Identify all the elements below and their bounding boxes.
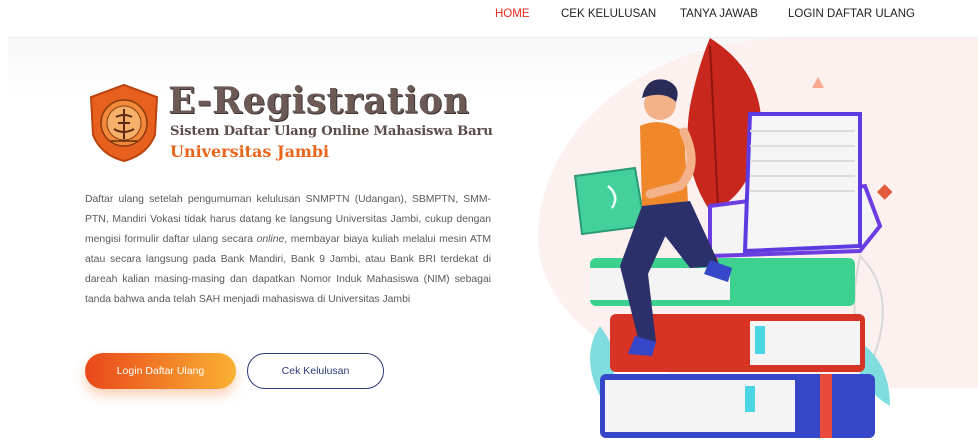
universitas-jambi-logo [89, 83, 159, 163]
brand-subtitle: Sistem Daftar Ulang Online Mahasiswa Bar… [170, 124, 493, 139]
tablet [573, 166, 647, 236]
login-daftar-ulang-button[interactable]: Login Daftar Ulang [85, 353, 236, 389]
nav-tanya-jawab-link[interactable]: TANYA JAWAB [680, 8, 758, 20]
cek-kelulusan-button[interactable]: Cek Kelulusan [247, 353, 384, 389]
triangle-decoration [812, 77, 824, 88]
brand-university: Universitas Jambi [170, 142, 330, 161]
hero-illustration [573, 38, 893, 438]
diamond-decoration [876, 184, 893, 200]
hero-description: Daftar ulang setelah pengumuman kelulusa… [85, 190, 491, 310]
brand-title: E-Registration [168, 80, 470, 122]
nav-login-daftar-ulang-link[interactable]: LOGIN DAFTAR ULANG [788, 8, 915, 20]
nav-cek-kelulusan-link[interactable]: CEK KELULUSAN [561, 8, 656, 20]
nav-home-link[interactable]: HOME [495, 8, 530, 20]
top-navigation: HOME CEK KELULUSAN TANYA JAWAB LOGIN DAF… [0, 0, 978, 30]
description-emphasis: online [256, 234, 285, 246]
